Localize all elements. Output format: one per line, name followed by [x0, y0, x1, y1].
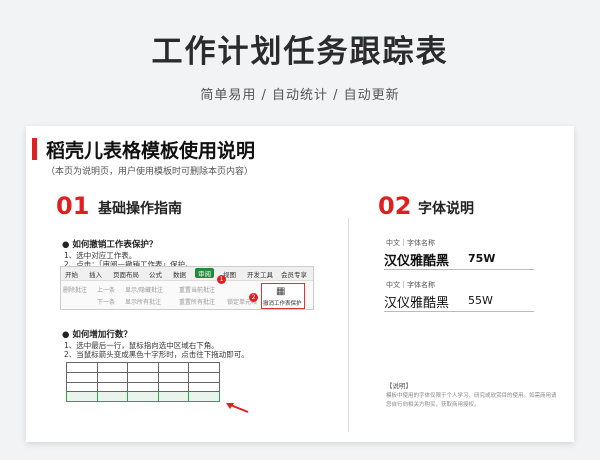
question-add-rows: ● 如何增加行数？ [62, 330, 132, 340]
page-title: 工作计划任务跟踪表 [151, 34, 449, 70]
unprotect-sheet-button[interactable]: ▦ 撤消工作表保护 [261, 283, 305, 309]
ribbon-btn-toggle-comment[interactable]: 显示/隐藏批注 [125, 285, 163, 294]
ribbon-tab-insert[interactable]: 插入 [89, 269, 102, 279]
sheet-protect-icon: ▦ [276, 286, 286, 297]
ribbon-tab-review[interactable]: 审阅 [195, 268, 214, 278]
note-text: 模板中使用的字体仅限于个人学习、研究或欣赏目的使用。如需商用请您自行向相关方购买… [386, 393, 557, 408]
ribbon-tab-home[interactable]: 开始 [65, 269, 78, 279]
section-2-number: 02 [378, 192, 412, 220]
question-unprotect: ● 如何撤销工作表保护？ [62, 240, 158, 250]
ribbon-tab-developer[interactable]: 开发工具 [247, 269, 273, 279]
section-1-number: 01 [56, 192, 90, 220]
ribbon-screenshot: 开始 插入 页面布局 公式 数据 审阅 视图 开发工具 会员专享 删除批注 上一… [60, 266, 314, 310]
font-1-name: 汉仪雅酷黑 [384, 254, 450, 269]
section-1-label: 基础操作指南 [98, 201, 182, 217]
font-2-underline [384, 311, 534, 312]
table-row [66, 362, 220, 373]
title-accent-bar [32, 138, 37, 160]
ribbon-btn-prev[interactable]: 上一条 [97, 285, 115, 294]
section-2-label: 字体说明 [418, 201, 474, 217]
ribbon-btn-reset-all[interactable]: 重置所有批注 [179, 297, 215, 306]
ribbon-tabs: 开始 插入 页面布局 公式 数据 审阅 视图 开发工具 会员专享 [61, 267, 313, 281]
table-row [66, 381, 220, 393]
font-1-weight: 75W [468, 252, 496, 265]
arrow-icon [226, 403, 249, 413]
page-subtitle: 简单易用 / 自动统计 / 自动更新 [200, 88, 400, 103]
section-divider [348, 218, 349, 432]
ribbon-tab-data[interactable]: 数据 [173, 269, 186, 279]
example-table [66, 362, 220, 402]
ribbon-btn-delete-comment[interactable]: 删除批注 [63, 285, 87, 294]
ribbon-tab-layout[interactable]: 页面布局 [113, 269, 139, 279]
ribbon-tab-formula[interactable]: 公式 [149, 269, 162, 279]
font-1-caption: 中文｜字体名称 [386, 239, 435, 247]
note-title: 【说明】 [386, 382, 412, 390]
step-badge-2: 2 [249, 293, 258, 302]
sheet-note: （本页为说明页，用户使用模板时可删除本页内容） [46, 167, 254, 177]
unprotect-sheet-label: 撤消工作表保护 [263, 301, 302, 307]
table-row-selected [66, 391, 220, 402]
ribbon-btn-reset-current[interactable]: 重置当前批注 [179, 285, 215, 294]
ribbon-btn-show-all[interactable]: 显示所有批注 [125, 297, 161, 306]
font-2-weight: 55W [468, 294, 493, 307]
step-badge-1: 1 [217, 275, 226, 284]
font-2-caption: 中文｜字体名称 [386, 281, 435, 289]
add-rows-step-2: 2、当鼠标箭头变成黑色十字形时，点击往下拖动即可。 [64, 350, 249, 359]
sheet-title: 稻壳儿表格模板使用说明 [46, 140, 256, 162]
ribbon-btn-next[interactable]: 下一条 [97, 297, 115, 306]
instruction-sheet: 稻壳儿表格模板使用说明 （本页为说明页，用户使用模板时可删除本页内容） 01 基… [26, 126, 574, 442]
ribbon-tab-member[interactable]: 会员专享 [281, 269, 307, 279]
font-1-underline [384, 269, 534, 270]
table-row [66, 371, 220, 383]
font-2-name: 汉仪雅酷黑 [384, 296, 450, 311]
